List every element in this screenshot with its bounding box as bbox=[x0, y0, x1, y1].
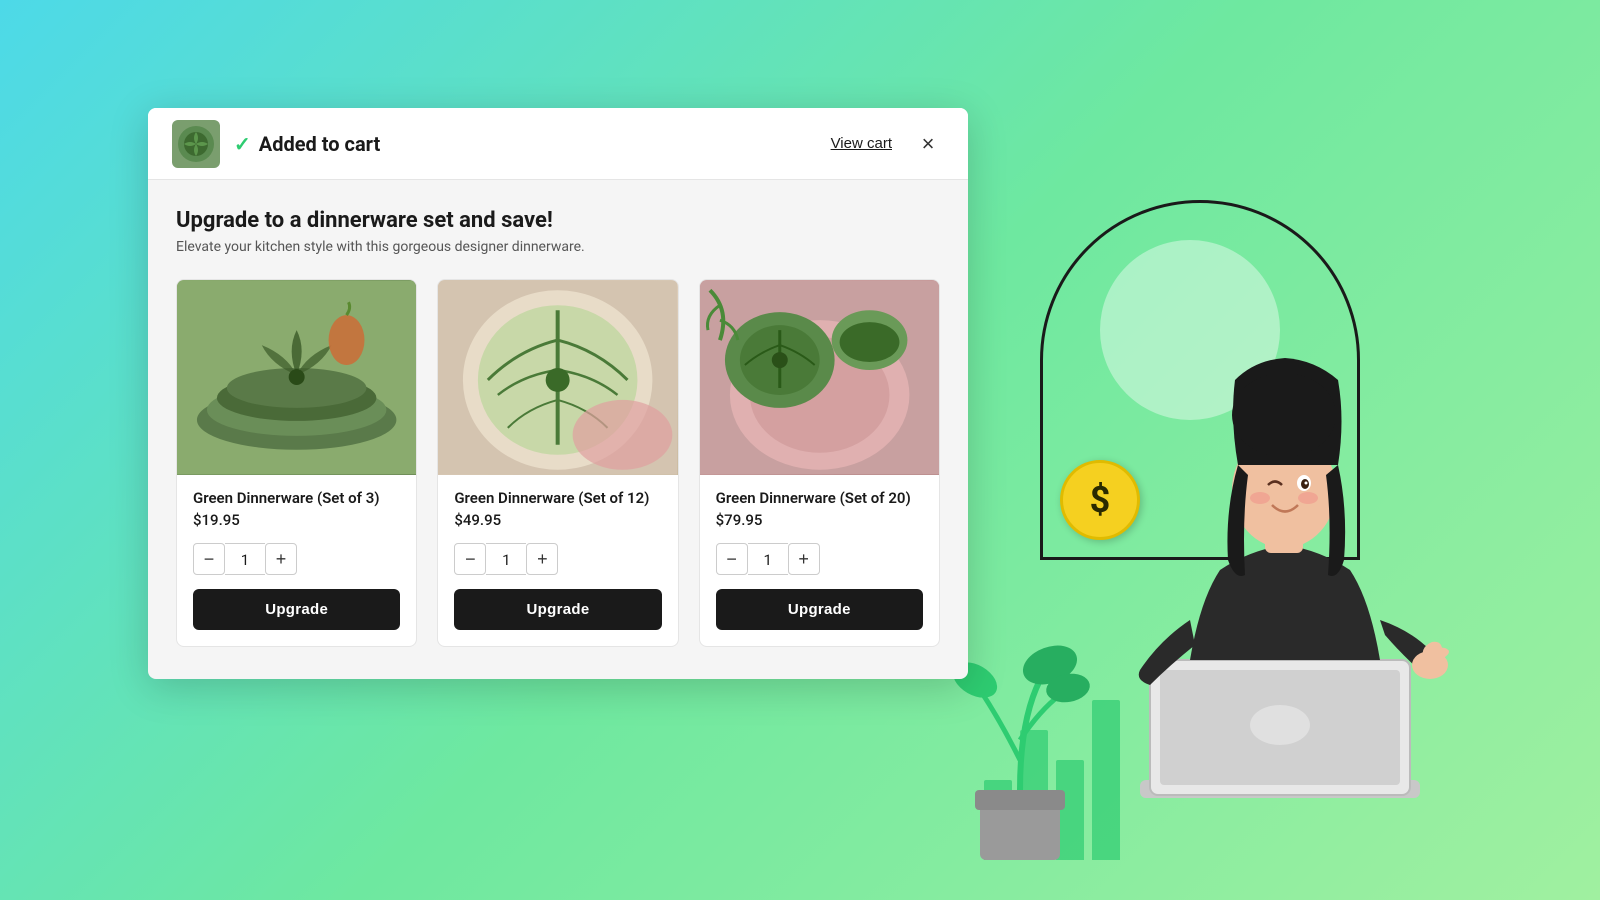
product-thumbnail bbox=[172, 120, 220, 168]
product-1-image-svg bbox=[177, 280, 416, 475]
thumbnail-icon bbox=[176, 124, 216, 164]
check-icon: ✓ bbox=[234, 132, 251, 156]
modal-body: Upgrade to a dinnerware set and save! El… bbox=[148, 180, 968, 679]
qty-decrease-3[interactable]: − bbox=[716, 543, 748, 575]
product-3-image-svg bbox=[700, 280, 939, 475]
qty-value-3: 1 bbox=[748, 543, 788, 575]
qty-increase-2[interactable]: + bbox=[526, 543, 558, 575]
qty-decrease-2[interactable]: − bbox=[454, 543, 486, 575]
coin-symbol: $ bbox=[1090, 479, 1111, 521]
upgrade-button-1[interactable]: Upgrade bbox=[193, 589, 400, 630]
products-row: Green Dinnerware (Set of 3) $19.95 − 1 +… bbox=[176, 279, 940, 647]
bar-4 bbox=[1092, 700, 1120, 860]
qty-row-1: − 1 + bbox=[193, 543, 400, 575]
background-circle-decoration bbox=[1100, 240, 1280, 420]
product-card-2: Green Dinnerware (Set of 12) $49.95 − 1 … bbox=[437, 279, 678, 647]
product-image-1 bbox=[177, 280, 416, 475]
qty-row-2: − 1 + bbox=[454, 543, 661, 575]
product-info-2: Green Dinnerware (Set of 12) $49.95 − 1 … bbox=[438, 475, 677, 646]
product-card-3: Green Dinnerware (Set of 20) $79.95 − 1 … bbox=[699, 279, 940, 647]
upgrade-title: Upgrade to a dinnerware set and save! bbox=[176, 208, 940, 233]
modal-header: ✓ Added to cart View cart × bbox=[148, 108, 968, 180]
upgrade-button-3[interactable]: Upgrade bbox=[716, 589, 923, 630]
view-cart-button[interactable]: View cart bbox=[831, 135, 892, 152]
product-2-image-svg bbox=[438, 280, 677, 475]
bar-3 bbox=[1056, 760, 1084, 860]
product-card-1: Green Dinnerware (Set of 3) $19.95 − 1 +… bbox=[176, 279, 417, 647]
qty-increase-1[interactable]: + bbox=[265, 543, 297, 575]
qty-value-1: 1 bbox=[225, 543, 265, 575]
product-name-1: Green Dinnerware (Set of 3) bbox=[193, 489, 400, 507]
product-name-3: Green Dinnerware (Set of 20) bbox=[716, 489, 923, 507]
product-image-2 bbox=[438, 280, 677, 475]
qty-decrease-1[interactable]: − bbox=[193, 543, 225, 575]
bar-1 bbox=[984, 780, 1012, 860]
product-info-1: Green Dinnerware (Set of 3) $19.95 − 1 +… bbox=[177, 475, 416, 646]
close-button[interactable]: × bbox=[912, 128, 944, 160]
modal: ✓ Added to cart View cart × Upgrade to a… bbox=[148, 108, 968, 679]
upgrade-button-2[interactable]: Upgrade bbox=[454, 589, 661, 630]
upgrade-subtitle: Elevate your kitchen style with this gor… bbox=[176, 239, 940, 255]
product-image-3 bbox=[700, 280, 939, 475]
bar-2 bbox=[1020, 730, 1048, 860]
product-price-2: $49.95 bbox=[454, 511, 661, 529]
product-price-3: $79.95 bbox=[716, 511, 923, 529]
added-to-cart-title: Added to cart bbox=[259, 132, 831, 156]
qty-value-2: 1 bbox=[486, 543, 526, 575]
product-name-2: Green Dinnerware (Set of 12) bbox=[454, 489, 661, 507]
product-info-3: Green Dinnerware (Set of 20) $79.95 − 1 … bbox=[700, 475, 939, 646]
qty-row-3: − 1 + bbox=[716, 543, 923, 575]
background-bar-chart bbox=[984, 700, 1120, 860]
product-price-1: $19.95 bbox=[193, 511, 400, 529]
coin-badge: $ bbox=[1060, 460, 1140, 540]
qty-increase-3[interactable]: + bbox=[788, 543, 820, 575]
